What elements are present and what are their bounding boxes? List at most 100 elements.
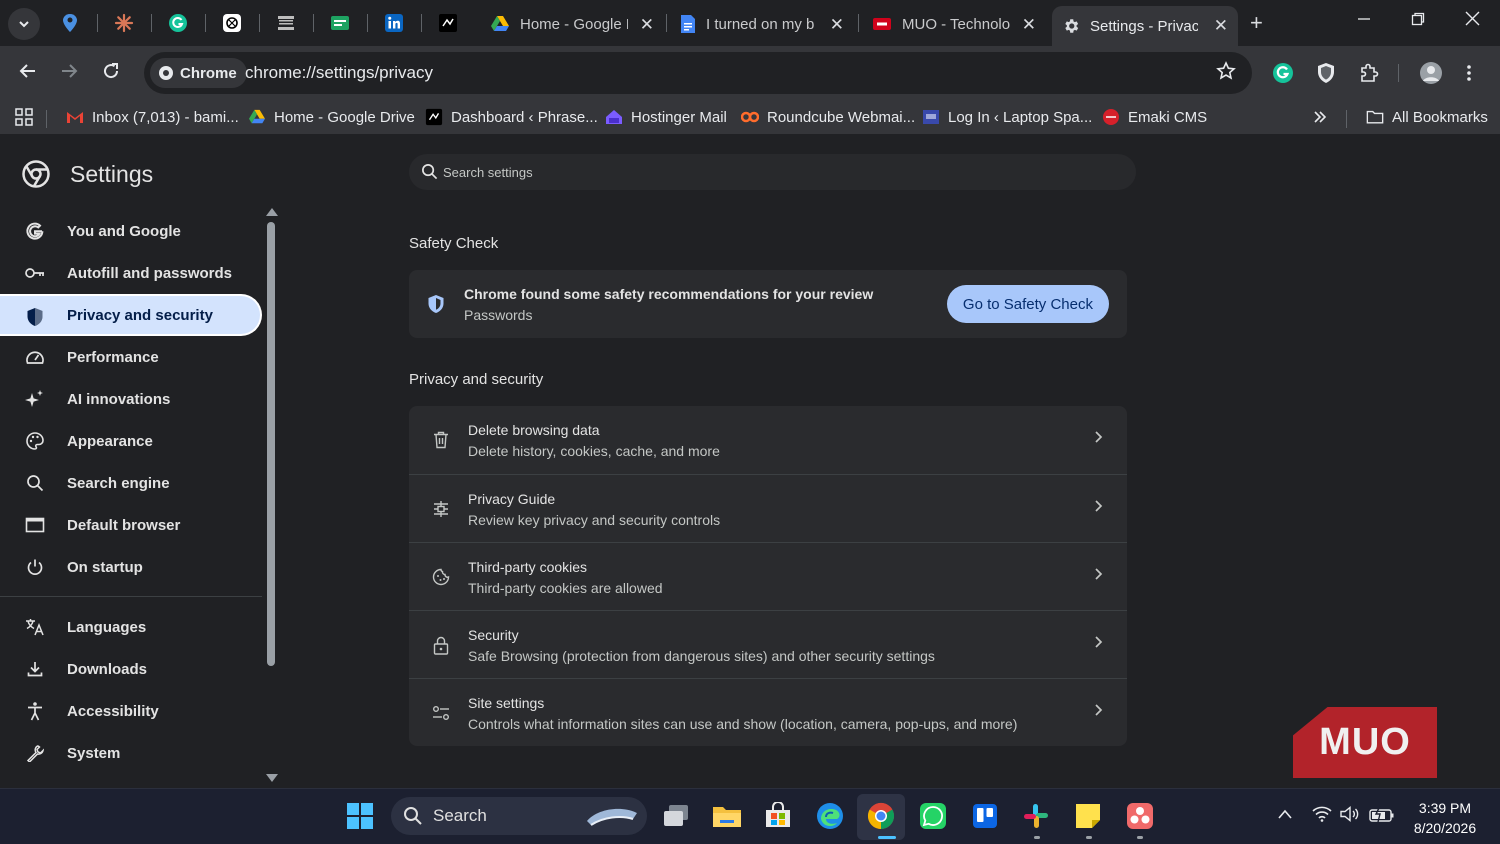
tab-separator [313, 14, 314, 32]
tray-overflow-button[interactable] [1277, 807, 1293, 824]
back-button[interactable] [18, 61, 38, 87]
pinned-tab-maps[interactable] [50, 8, 90, 38]
sidebar-item-default-browser[interactable]: Default browser [0, 504, 262, 546]
pinned-tab-claude[interactable] [104, 8, 144, 38]
tab-google-doc[interactable]: I turned on my b ✕ [670, 8, 854, 40]
setting-row-delete-browsing-data[interactable]: Delete browsing data Delete history, coo… [409, 406, 1127, 474]
sidebar-item-ai-innovations[interactable]: AI innovations [0, 378, 262, 420]
laptop-icon [922, 108, 940, 126]
url-text[interactable]: chrome://settings/privacy [245, 63, 433, 83]
tab-separator [97, 14, 98, 32]
bookmark-hostinger[interactable]: Hostinger Mail [605, 108, 727, 126]
tab-title: MUO - Technolog [902, 15, 1010, 33]
bookmark-roundcube[interactable]: Roundcube Webmai... [741, 108, 915, 126]
setting-row-security[interactable]: Security Safe Browsing (protection from … [409, 610, 1127, 678]
restore-button[interactable] [1411, 10, 1425, 31]
settings-search[interactable] [409, 154, 1136, 190]
sidebar-item-accessibility[interactable]: Accessibility [0, 690, 262, 732]
search-input[interactable] [443, 164, 1043, 180]
scroll-thumb[interactable] [267, 222, 275, 666]
site-info-chip[interactable]: Chrome [150, 58, 247, 88]
tab-title: Home - Google D [520, 15, 628, 33]
close-icon[interactable]: ✕ [830, 15, 844, 35]
file-explorer-button[interactable] [710, 799, 744, 833]
apps-button[interactable] [14, 107, 34, 127]
bookmark-laptop-spa[interactable]: Log In ‹ Laptop Spa... [922, 108, 1092, 126]
grammarly-extension[interactable] [1272, 62, 1294, 89]
minimize-button[interactable] [1357, 10, 1371, 31]
sidebar-item-privacy-and-security[interactable]: Privacy and security [0, 294, 262, 336]
all-bookmarks-button[interactable]: All Bookmarks [1366, 108, 1488, 126]
safety-check-subtitle: Passwords [464, 307, 533, 323]
task-view-button[interactable] [659, 799, 693, 833]
system-clock[interactable]: 3:39 PM 8/20/2026 [1408, 798, 1482, 838]
pinned-tab-sheets[interactable] [320, 8, 360, 38]
setting-row-site-settings[interactable]: Site settings Controls what information … [409, 678, 1127, 746]
sidebar-item-on-startup[interactable]: On startup [0, 546, 262, 588]
close-icon[interactable]: ✕ [640, 15, 654, 35]
reload-icon [104, 63, 119, 79]
bookmark-star-button[interactable] [1216, 61, 1236, 87]
more-vertical-icon [1467, 65, 1471, 81]
trello-button[interactable] [968, 799, 1002, 833]
close-window-button[interactable] [1465, 10, 1480, 31]
battery-button[interactable] [1369, 805, 1395, 827]
sticky-notes-button[interactable] [1071, 799, 1105, 833]
sidebar-item-system[interactable]: System [0, 732, 262, 774]
scroll-up-arrow[interactable] [266, 208, 278, 216]
sidebar-scrollbar[interactable] [264, 208, 278, 786]
sidebar-item-label: AI innovations [67, 390, 171, 408]
bookmark-label: Home - Google Drive [274, 108, 415, 126]
tab-settings-privacy[interactable]: Settings - Privacy ✕ [1052, 6, 1238, 46]
reload-button[interactable] [101, 61, 121, 87]
phrase-app-icon [425, 108, 443, 126]
sidebar-item-autofill[interactable]: Autofill and passwords [0, 252, 262, 294]
pinned-tab-chatgpt[interactable] [212, 8, 252, 38]
whatsapp-button[interactable] [916, 799, 950, 833]
setting-row-title: Delete browsing data [468, 422, 600, 438]
edge-button[interactable] [813, 799, 847, 833]
new-tab-button[interactable]: + [1250, 10, 1263, 36]
pinned-tab-grammarly[interactable] [158, 8, 198, 38]
microsoft-store-button[interactable] [761, 799, 795, 833]
chevron-right-icon [1093, 703, 1103, 722]
tab-search-button[interactable] [8, 8, 40, 40]
bookmark-gmail[interactable]: Inbox (7,013) - bami... [66, 108, 239, 126]
profile-avatar[interactable] [1419, 61, 1443, 90]
bookmarks-overflow-button[interactable] [1312, 109, 1328, 125]
bookmark-dashboard[interactable]: Dashboard ‹ Phrase... [425, 108, 598, 126]
go-to-safety-check-button[interactable]: Go to Safety Check [946, 285, 1109, 323]
setting-row-third-party-cookies[interactable]: Third-party cookies Third-party cookies … [409, 542, 1127, 610]
wifi-button[interactable] [1312, 806, 1332, 826]
pinned-tab-archive[interactable] [266, 8, 306, 38]
bookmark-google-drive[interactable]: Home - Google Drive [248, 108, 415, 126]
sidebar-item-downloads[interactable]: Downloads [0, 648, 262, 690]
extensions-button[interactable] [1358, 62, 1380, 89]
start-button[interactable] [343, 799, 377, 833]
shield-extension[interactable] [1316, 62, 1336, 89]
power-icon [24, 556, 46, 578]
tab-google-drive[interactable]: Home - Google D ✕ [480, 8, 664, 40]
setting-row-privacy-guide[interactable]: Privacy Guide Review key privacy and sec… [409, 474, 1127, 542]
sidebar-item-you-and-google[interactable]: You and Google [0, 210, 262, 252]
sidebar-item-languages[interactable]: Languages [0, 606, 262, 648]
volume-button[interactable] [1340, 806, 1360, 826]
bookmark-emaki-cms[interactable]: Emaki CMS [1102, 108, 1207, 126]
forward-button[interactable] [59, 61, 79, 87]
pinned-tab-phrase[interactable] [428, 8, 468, 38]
close-icon[interactable]: ✕ [1214, 16, 1228, 36]
scroll-down-arrow[interactable] [266, 774, 278, 782]
slack-button[interactable] [1019, 799, 1053, 833]
taskbar-search[interactable]: Search [391, 797, 647, 835]
muo-watermark: MUO [1293, 707, 1437, 778]
chrome-taskbar-button[interactable] [864, 799, 898, 833]
sidebar-item-performance[interactable]: Performance [0, 336, 262, 378]
close-icon[interactable]: ✕ [1022, 15, 1036, 35]
tab-muo[interactable]: MUO - Technolog ✕ [862, 8, 1046, 40]
sidebar-item-appearance[interactable]: Appearance [0, 420, 262, 462]
asana-button[interactable] [1123, 799, 1157, 833]
address-bar[interactable]: Chrome chrome://settings/privacy [144, 52, 1252, 94]
sidebar-item-search-engine[interactable]: Search engine [0, 462, 262, 504]
pinned-tab-linkedin[interactable] [374, 8, 414, 38]
chrome-menu-button[interactable] [1466, 63, 1472, 88]
